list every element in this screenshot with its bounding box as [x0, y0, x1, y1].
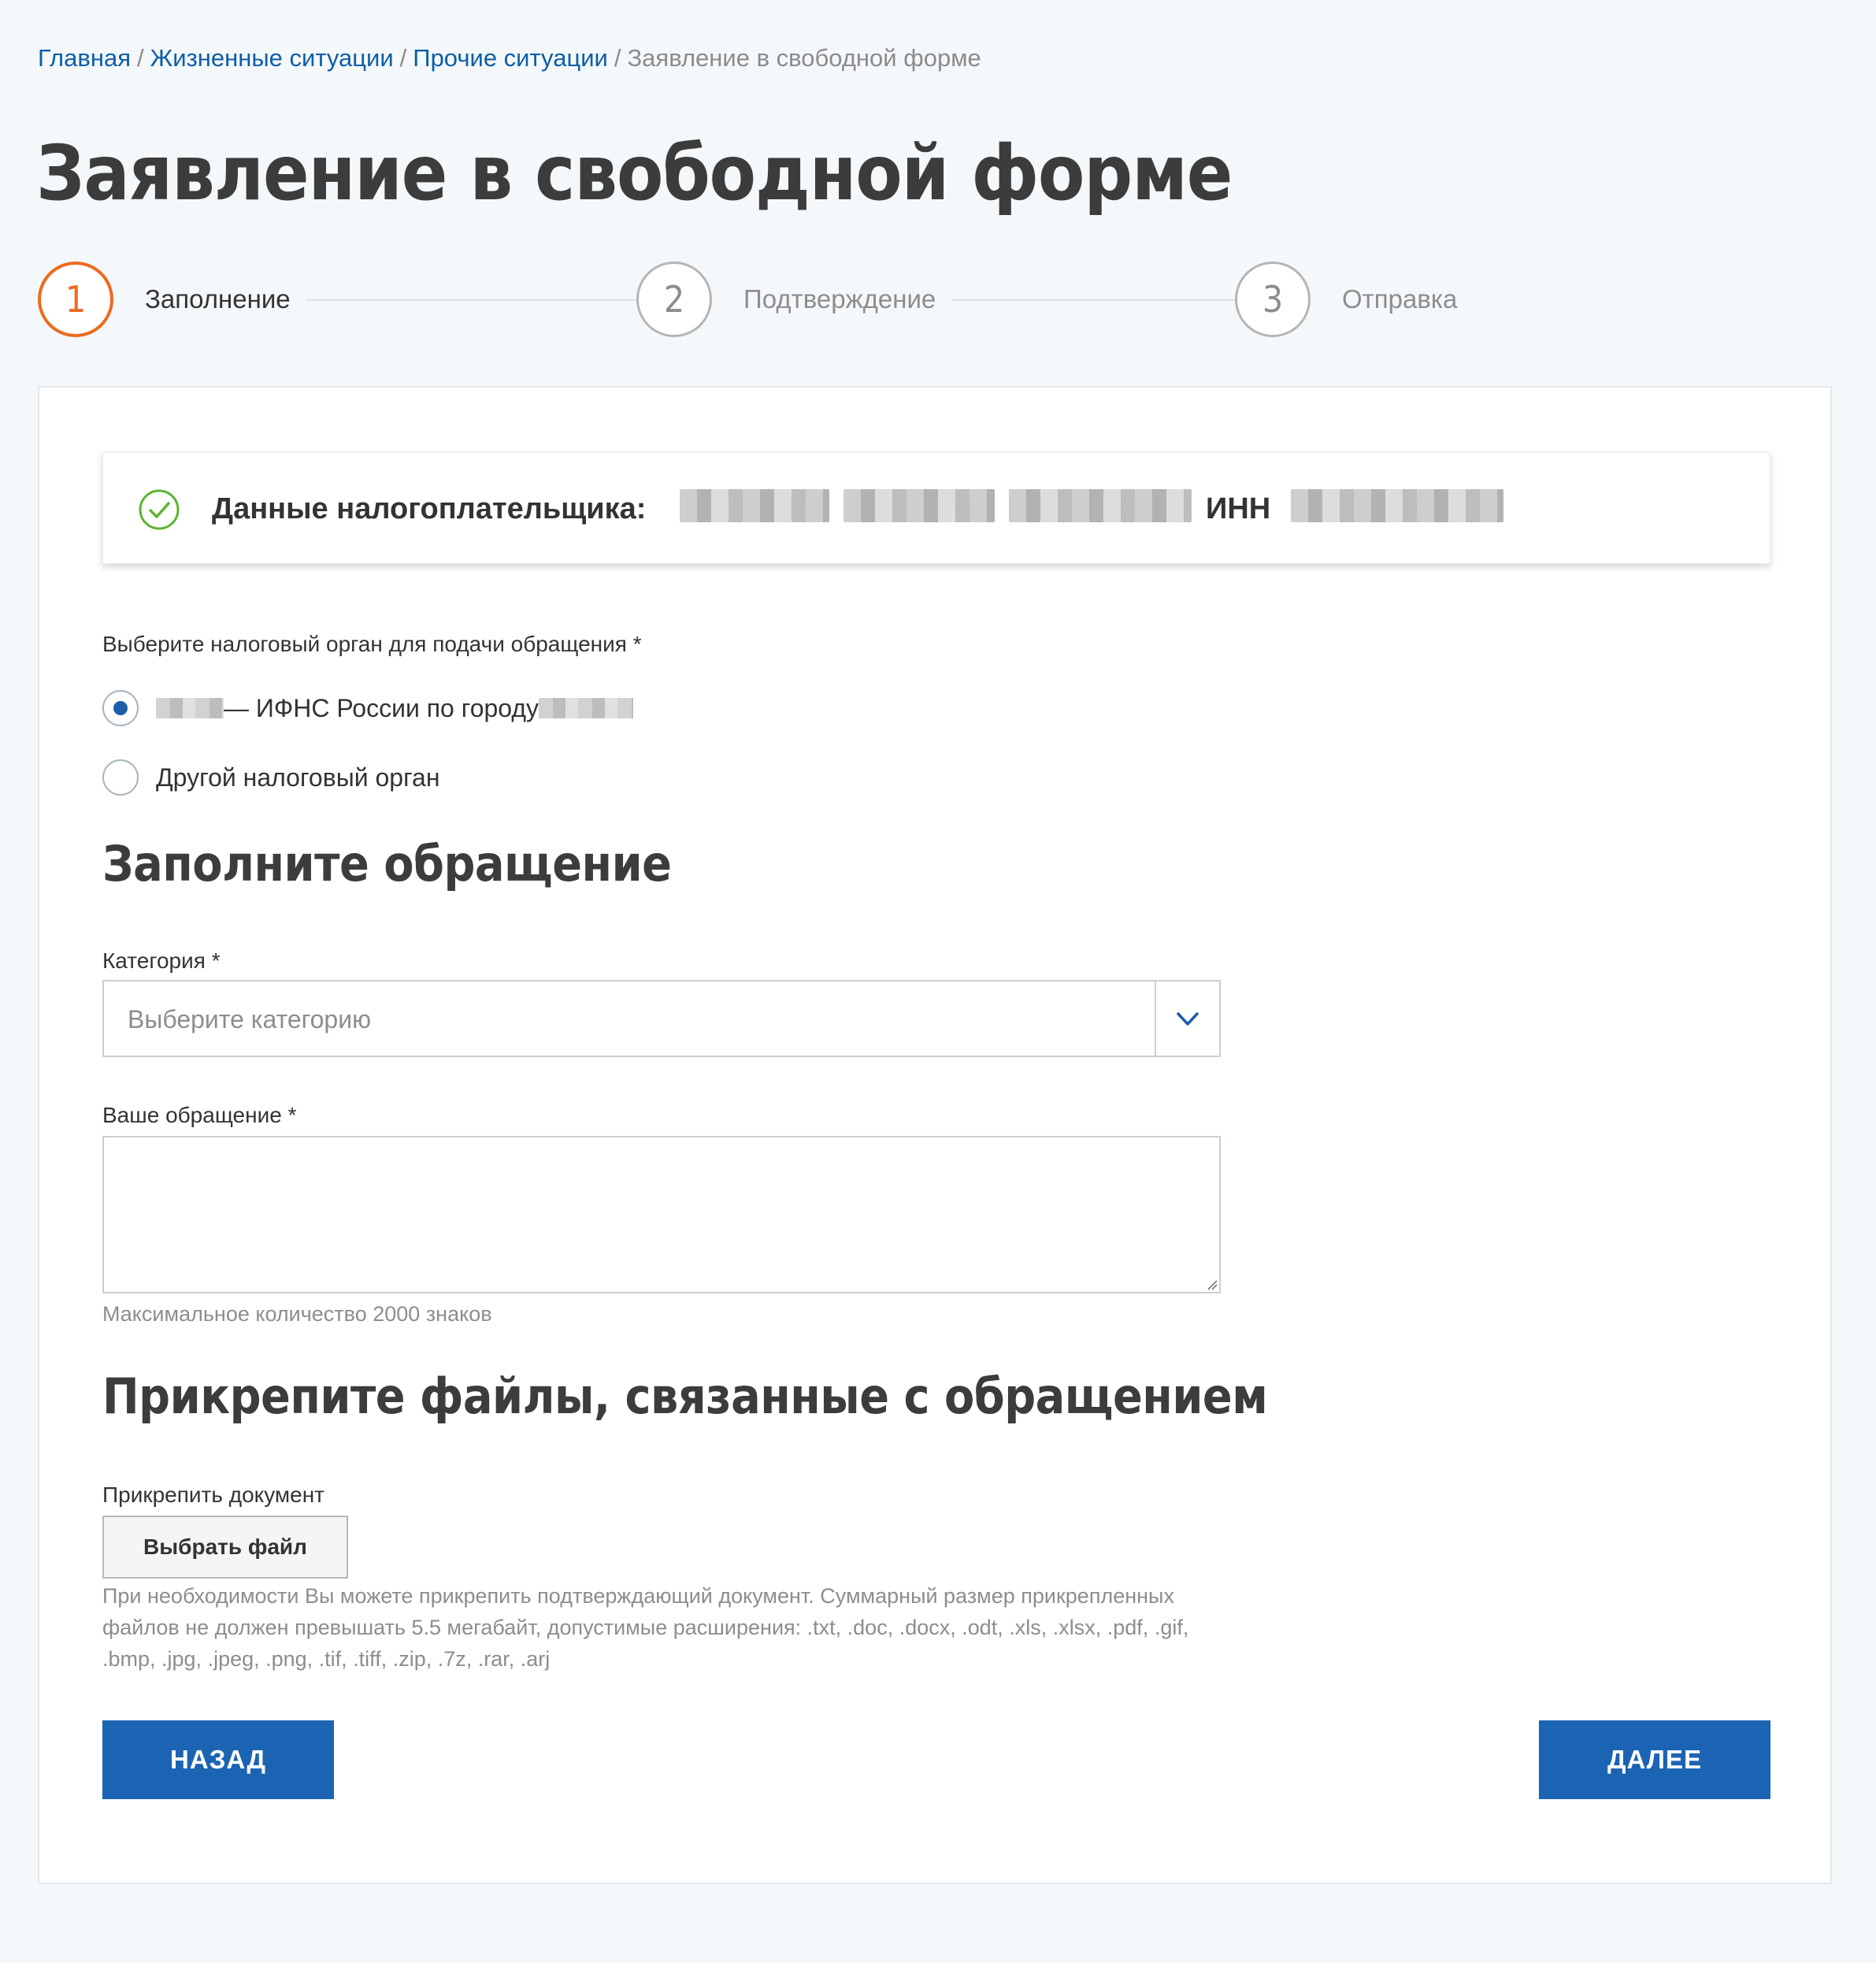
- step-label: Подтверждение: [743, 284, 936, 314]
- step-connector: [951, 299, 1251, 301]
- check-circle-icon: [139, 489, 180, 530]
- breadcrumb-separator: /: [399, 44, 407, 72]
- step-number-circle: 3: [1235, 262, 1311, 337]
- step-send: 3 Отправка: [1235, 260, 1457, 339]
- step-connector: [306, 299, 652, 301]
- stepper: 1 Заполнение 2 Подтверждение 3 Отправка: [38, 260, 1511, 339]
- breadcrumb-link-life-situations[interactable]: Жизненные ситуации: [150, 44, 394, 72]
- breadcrumb: Главная / Жизненные ситуации / Прочие ситуац…: [38, 41, 981, 76]
- file-hint-line: При необходимости Вы можете прикрепить п…: [102, 1584, 1174, 1608]
- file-hint-line: файлов не должен превышать 5.5 мегабайт,…: [102, 1616, 1189, 1639]
- redacted-city: [539, 698, 634, 718]
- taxpayer-label: Данные налогоплательщика:: [212, 492, 647, 525]
- category-select[interactable]: Выберите категорию: [102, 980, 1221, 1057]
- redacted-inn: [1291, 489, 1503, 522]
- redacted-office-code: [156, 698, 224, 718]
- breadcrumb-link-home[interactable]: Главная: [38, 44, 131, 72]
- redacted-taxpayer-name: [680, 489, 829, 522]
- tax-office-option-other[interactable]: Другой налоговый орган: [102, 758, 440, 797]
- redacted-taxpayer-name: [1009, 489, 1192, 522]
- resize-grip-icon[interactable]: [1207, 1279, 1218, 1290]
- radio-button-selected[interactable]: [102, 690, 139, 726]
- step-label: Заполнение: [145, 284, 291, 314]
- appeal-section-title: Заполните обращение: [102, 835, 672, 892]
- category-label: Категория *: [102, 948, 221, 973]
- category-placeholder: Выберите категорию: [128, 1005, 372, 1033]
- attach-document-label: Прикрепить документ: [102, 1482, 324, 1507]
- choose-file-button[interactable]: Выбрать файл: [102, 1516, 348, 1579]
- step-number-circle: 1: [38, 262, 113, 337]
- form-card: Данные налогоплательщика: ИНН Выберите н…: [38, 386, 1832, 1884]
- category-dropdown-toggle[interactable]: [1155, 982, 1219, 1056]
- inn-label: ИНН: [1206, 492, 1271, 525]
- taxpayer-info-box: Данные налогоплательщика: ИНН: [102, 452, 1770, 564]
- breadcrumb-separator: /: [614, 44, 621, 72]
- breadcrumb-separator: /: [137, 44, 144, 72]
- back-button[interactable]: НАЗАД: [102, 1720, 334, 1799]
- tax-office-option-own[interactable]: — ИФНС России по городу: [102, 688, 634, 728]
- file-hint-line: .bmp, .jpg, .jpeg, .png, .tif, .tiff, .z…: [102, 1647, 551, 1671]
- radio-button[interactable]: [102, 759, 139, 796]
- chevron-down-icon: [1176, 1011, 1199, 1026]
- appeal-char-limit-hint: Максимальное количество 2000 знаков: [102, 1302, 492, 1326]
- breadcrumb-link-other-situations[interactable]: Прочие ситуации: [413, 44, 608, 72]
- step-number-circle: 2: [636, 262, 712, 337]
- page-title: Заявление в свободной форме: [36, 129, 1233, 217]
- file-requirements-hint: При необходимости Вы можете прикрепить п…: [102, 1580, 1188, 1675]
- redacted-taxpayer-name: [843, 489, 995, 522]
- appeal-textarea[interactable]: [102, 1136, 1221, 1293]
- breadcrumb-current: Заявление в свободной форме: [627, 44, 981, 72]
- tax-office-label: Выберите налоговый орган для подачи обра…: [102, 632, 642, 656]
- tax-office-option-label: — ИФНС России по городу: [224, 693, 539, 722]
- page: Главная / Жизненные ситуации / Прочие ситуац…: [0, 0, 1876, 1963]
- next-button[interactable]: ДАЛЕЕ: [1539, 1720, 1770, 1799]
- appeal-text-label: Ваше обращение *: [102, 1103, 297, 1127]
- radio-dot: [113, 701, 128, 715]
- step-confirm: 2 Подтверждение: [636, 260, 936, 339]
- files-section-title: Прикрепите файлы, связанные с обращением: [102, 1367, 1268, 1425]
- tax-office-option-label: Другой налоговый орган: [156, 763, 440, 792]
- step-fill: 1 Заполнение: [38, 260, 291, 339]
- step-label: Отправка: [1342, 284, 1458, 314]
